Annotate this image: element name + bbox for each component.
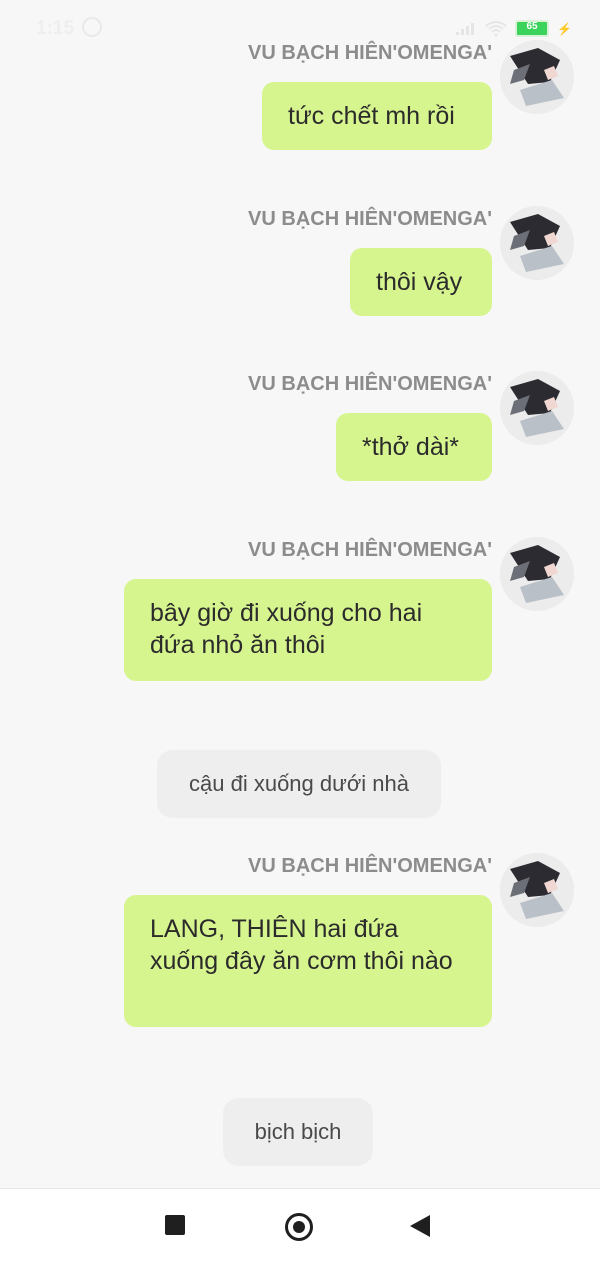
message-bubble[interactable]: thôi vậy: [350, 248, 492, 316]
message-text: LANG, THIÊN hai đứa xuống đây ăn cơm thô…: [150, 915, 453, 975]
message-sender: VU BẠCH HIÊN'OMENGA': [248, 855, 492, 877]
square-stop-icon[interactable]: [165, 1215, 185, 1235]
system-message-text: bịch bịch: [254, 1119, 342, 1144]
home-circle-icon[interactable]: [285, 1213, 313, 1241]
message-sender: VU BẠCH HIÊN'OMENGA': [248, 373, 492, 395]
message-sender: VU BẠCH HIÊN'OMENGA': [248, 42, 492, 64]
avatar[interactable]: [500, 40, 574, 114]
system-message[interactable]: cậu đi xuống dưới nhà: [157, 750, 441, 818]
message-bubble[interactable]: *thở dài*: [336, 413, 492, 481]
navigation-bar: [0, 1188, 600, 1268]
message-text: *thở dài*: [362, 433, 460, 461]
message-text: bây giờ đi xuống cho hai đứa nhỏ ăn thôi: [150, 599, 423, 659]
avatar[interactable]: [500, 206, 574, 280]
system-message-text: cậu đi xuống dưới nhà: [189, 771, 409, 796]
message-bubble[interactable]: LANG, THIÊN hai đứa xuống đây ăn cơm thô…: [124, 895, 492, 1027]
avatar[interactable]: [500, 537, 574, 611]
battery-icon: 65: [515, 20, 550, 37]
charging-icon: ⚡: [557, 21, 572, 36]
battery-level: 65: [526, 21, 538, 32]
back-triangle-icon[interactable]: [410, 1215, 430, 1237]
alarm-icon: [82, 17, 102, 37]
status-icons: 65 ⚡: [455, 20, 572, 37]
message-bubble[interactable]: tức chết mh rồi: [262, 82, 492, 150]
message-text: tức chết mh rồi: [288, 102, 455, 130]
avatar[interactable]: [500, 853, 574, 927]
wifi-icon: [485, 20, 507, 36]
avatar[interactable]: [500, 371, 574, 445]
system-message[interactable]: bịch bịch: [223, 1098, 373, 1166]
signal-icon: [456, 22, 475, 35]
message-bubble[interactable]: bây giờ đi xuống cho hai đứa nhỏ ăn thôi: [124, 579, 492, 681]
status-time: 1:15: [36, 18, 75, 39]
message-sender: VU BẠCH HIÊN'OMENGA': [248, 208, 492, 230]
message-sender: VU BẠCH HIÊN'OMENGA': [248, 539, 492, 561]
message-text: thôi vậy: [376, 268, 463, 296]
